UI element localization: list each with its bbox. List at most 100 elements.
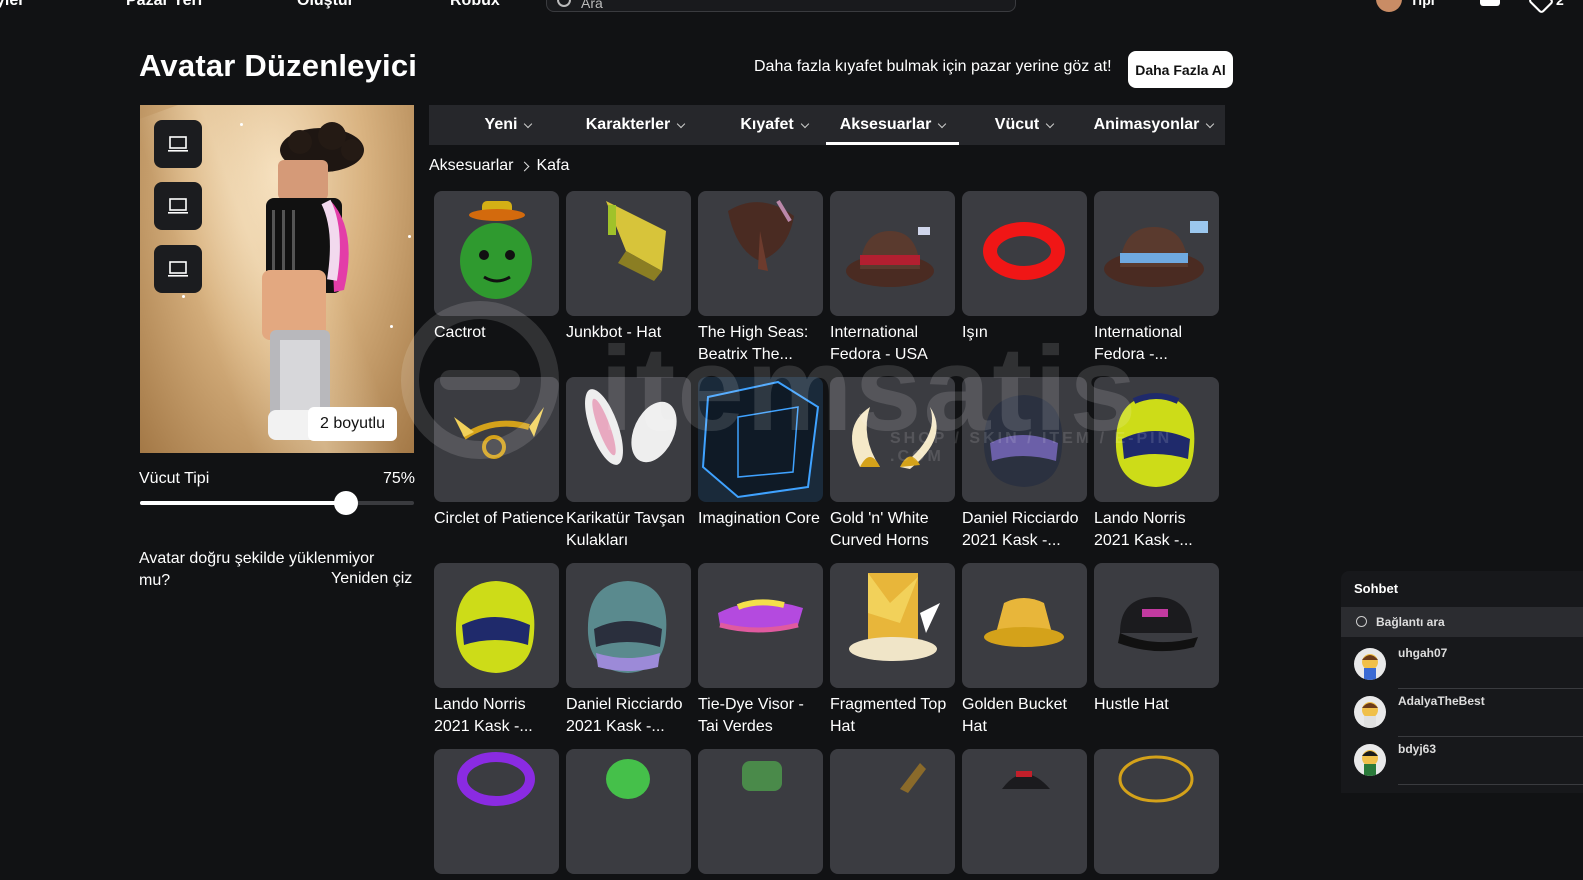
friend-avatar — [1354, 744, 1386, 776]
divider — [1398, 736, 1583, 737]
screen-icon-button[interactable] — [154, 120, 202, 168]
item-thumbnail[interactable] — [698, 749, 823, 874]
body-type-label: Vücut Tipi — [139, 470, 210, 487]
item-thumbnail[interactable] — [698, 377, 823, 502]
chat-friend-item[interactable]: uhgah07 — [1341, 644, 1583, 692]
screen-icon-button[interactable] — [154, 245, 202, 293]
item-card[interactable]: Gold 'n' White Curved Horns — [830, 377, 956, 552]
tab-label: Karakterler — [585, 116, 671, 133]
item-card[interactable] — [434, 749, 560, 880]
item-card[interactable] — [830, 749, 956, 880]
item-name: International Fedora -... — [1094, 324, 1183, 363]
item-thumbnail[interactable] — [1094, 191, 1219, 316]
item-thumbnail[interactable] — [1094, 563, 1219, 688]
nav-item-marketplace[interactable]: Pazar Yeri — [126, 0, 202, 10]
item-thumbnail[interactable] — [434, 563, 559, 688]
robux-count[interactable]: 2 — [1556, 0, 1564, 8]
chat-friend-item[interactable]: bdyj63 — [1341, 740, 1583, 788]
item-card[interactable]: Karikatür Tavşan Kulakları — [566, 377, 692, 552]
page-title: Avatar Düzenleyici — [139, 48, 418, 83]
screen-icon-button[interactable] — [154, 182, 202, 230]
search-icon — [557, 0, 571, 7]
tab-characters[interactable]: Karakterler — [562, 105, 708, 145]
item-card[interactable] — [566, 749, 692, 880]
tab-body[interactable]: Vücut — [966, 105, 1082, 145]
item-thumbnail[interactable] — [566, 563, 691, 688]
item-card[interactable]: Cactrot — [434, 191, 560, 344]
item-thumbnail[interactable] — [962, 377, 1087, 502]
2d-toggle-button[interactable]: 2 boyutlu — [308, 407, 397, 441]
item-thumbnail[interactable] — [962, 563, 1087, 688]
nav-item-robux[interactable]: Robux — [450, 0, 500, 10]
item-card[interactable]: Golden Bucket Hat — [962, 563, 1088, 738]
item-thumbnail[interactable] — [434, 377, 559, 502]
item-thumbnail[interactable] — [698, 563, 823, 688]
item-thumbnail[interactable] — [830, 563, 955, 688]
top-hat-icon — [849, 573, 940, 661]
avatar-preview[interactable]: 2 boyutlu — [140, 105, 414, 453]
item-card[interactable]: Circlet of Patience — [434, 377, 564, 530]
chevron-right-icon — [520, 161, 530, 171]
item-thumbnail[interactable] — [830, 377, 955, 502]
item-card[interactable]: Tie-Dye Visor - Tai Verdes — [698, 563, 824, 738]
robux-icon[interactable] — [1527, 0, 1555, 15]
item-name: Circlet of Patience — [434, 510, 564, 527]
item-card[interactable]: Hustle Hat — [1094, 563, 1220, 716]
item-name: Tie-Dye Visor - Tai Verdes — [698, 696, 804, 735]
item-thumbnail[interactable] — [1094, 377, 1219, 502]
redraw-link[interactable]: Yeniden çiz — [331, 570, 412, 588]
get-more-button[interactable]: Daha Fazla Al — [1128, 51, 1233, 88]
item-name: Lando Norris 2021 Kask -... — [1094, 510, 1193, 549]
chat-title[interactable]: Sohbet — [1354, 581, 1398, 596]
item-thumbnail[interactable] — [566, 749, 691, 874]
item-card[interactable]: The High Seas: Beatrix The... — [698, 191, 824, 366]
item-card[interactable]: Daniel Ricciardo 2021 Kask -... — [566, 563, 692, 738]
item-card[interactable]: International Fedora -... — [1094, 191, 1220, 366]
item-card[interactable]: International Fedora - USA — [830, 191, 956, 366]
item-thumbnail[interactable] — [830, 749, 955, 874]
nav-item-create[interactable]: Oluştur — [297, 0, 354, 10]
item-card[interactable]: Daniel Ricciardo 2021 Kask -... — [962, 377, 1088, 552]
item-name: Karikatür Tavşan Kulakları — [566, 510, 685, 549]
item-card[interactable]: Fragmented Top Hat — [830, 563, 956, 738]
item-thumbnail[interactable] — [830, 191, 955, 316]
user-avatar[interactable] — [1376, 0, 1402, 12]
item-thumbnail[interactable] — [434, 191, 559, 316]
item-card[interactable]: Işın — [962, 191, 1088, 344]
user-name[interactable]: Tipi — [1410, 0, 1435, 8]
tab-clothing[interactable]: Kıyafet — [713, 105, 835, 145]
item-thumbnail[interactable] — [566, 377, 691, 502]
chat-search-input[interactable]: Bağlantı ara — [1341, 607, 1583, 637]
item-card[interactable]: Junkbot - Hat — [566, 191, 692, 344]
divider — [1398, 784, 1583, 785]
chat-panel[interactable]: Sohbet Bağlantı ara uhgah07 AdalyaTheBes… — [1341, 571, 1583, 793]
item-thumbnail[interactable] — [1094, 749, 1219, 874]
item-card[interactable]: Lando Norris 2021 Kask -... — [434, 563, 560, 738]
nav-item-avatar[interactable]: yler — [0, 0, 24, 10]
tab-label: Kıyafet — [740, 116, 794, 133]
tab-new[interactable]: Yeni — [444, 105, 572, 145]
tab-accessories[interactable]: Aksesuarlar — [826, 105, 959, 145]
slider-thumb[interactable] — [333, 491, 358, 515]
item-card[interactable] — [962, 749, 1088, 880]
item-thumbnail[interactable] — [962, 749, 1087, 874]
item-thumbnail[interactable] — [962, 191, 1087, 316]
search-input[interactable]: Ara — [546, 0, 1016, 12]
item-thumbnail[interactable] — [566, 191, 691, 316]
green-alien-icon — [606, 759, 650, 799]
item-name: Daniel Ricciardo 2021 Kask -... — [962, 510, 1079, 549]
marketplace-promo-text: Daha fazla kıyafet bulmak için pazar yer… — [754, 58, 1112, 75]
tab-animations[interactable]: Animasyonlar — [1087, 105, 1220, 145]
item-card[interactable] — [698, 749, 824, 880]
item-thumbnail[interactable] — [698, 191, 823, 316]
body-type-slider[interactable] — [140, 491, 414, 515]
item-card[interactable]: Lando Norris 2021 Kask -... — [1094, 377, 1220, 552]
notification-bell-icon[interactable] — [1480, 0, 1500, 6]
item-card[interactable]: Imagination Core — [698, 377, 824, 530]
item-card[interactable] — [1094, 749, 1220, 880]
breadcrumb-accessories[interactable]: Aksesuarlar — [429, 157, 513, 175]
racing-helmet-icon — [1115, 393, 1195, 487]
chat-friend-item[interactable]: AdalyaTheBest — [1341, 692, 1583, 740]
divider — [1398, 688, 1583, 689]
item-thumbnail[interactable] — [434, 749, 559, 874]
